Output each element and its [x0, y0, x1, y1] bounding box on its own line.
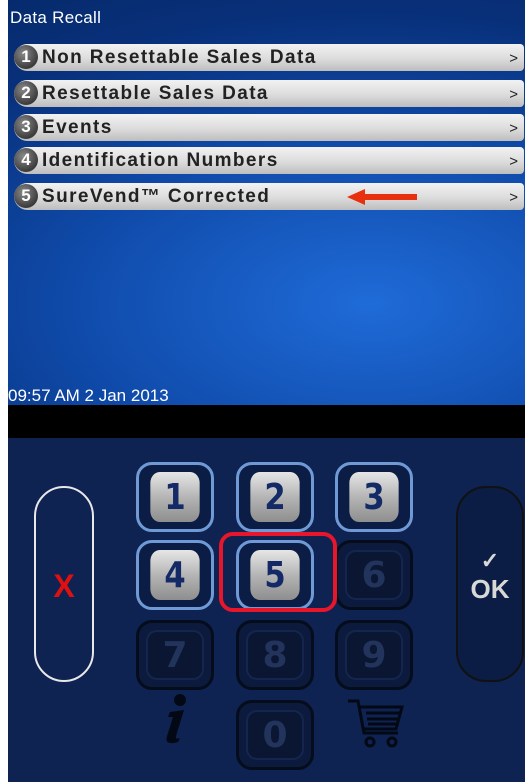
key-label: 7 [146, 630, 204, 680]
menu-number-badge: 3 [14, 115, 38, 139]
vending-controller: Data Recall 1 Non Resettable Sales Data … [8, 0, 525, 782]
arrow-left-icon [347, 189, 417, 205]
key-label: 9 [345, 630, 403, 680]
cancel-x-icon: X [53, 568, 75, 604]
key-3[interactable]: 3 [335, 462, 413, 532]
key-1[interactable]: 1 [136, 462, 214, 532]
key-9[interactable]: 9 [335, 620, 413, 690]
checkmark-icon: ✓ [480, 548, 500, 573]
key-label: 3 [349, 472, 399, 522]
key-6[interactable]: 6 [335, 540, 413, 610]
key-label: 8 [246, 630, 304, 680]
chevron-right-icon: > [509, 153, 518, 170]
key-label: 2 [250, 472, 300, 522]
cancel-button[interactable]: X [34, 486, 94, 682]
menu-item-label: SureVend™ Corrected [42, 186, 271, 207]
ok-label: OK [470, 574, 510, 604]
menu-item-events[interactable]: 3 Events > [14, 114, 524, 141]
key-label: 4 [150, 550, 200, 600]
cart-icon[interactable] [346, 697, 406, 749]
menu-item-non-resettable-sales-data[interactable]: 1 Non Resettable Sales Data > [14, 44, 524, 71]
menu-item-label: Identification Numbers [42, 150, 279, 171]
screen-title: Data Recall [10, 8, 102, 27]
chevron-right-icon: > [509, 50, 518, 67]
chevron-right-icon: > [509, 189, 518, 206]
ok-button[interactable]: ✓ OK [456, 486, 524, 682]
menu-item-label: Resettable Sales Data [42, 83, 269, 104]
key-label: 1 [150, 472, 200, 522]
info-icon[interactable] [156, 692, 192, 744]
menu-item-label: Events [42, 117, 113, 138]
screen-bezel [8, 405, 525, 438]
key-7[interactable]: 7 [136, 620, 214, 690]
chevron-right-icon: > [509, 86, 518, 103]
key-5-highlight [219, 532, 337, 612]
key-0[interactable]: 0 [236, 700, 314, 770]
key-4[interactable]: 4 [136, 540, 214, 610]
menu-number-badge: 5 [14, 184, 38, 208]
key-label: 0 [246, 710, 304, 760]
menu-item-identification-numbers[interactable]: 4 Identification Numbers > [14, 147, 524, 174]
menu-item-resettable-sales-data[interactable]: 2 Resettable Sales Data > [14, 80, 524, 107]
display-screen: Data Recall 1 Non Resettable Sales Data … [8, 0, 525, 405]
key-8[interactable]: 8 [236, 620, 314, 690]
menu-number-badge: 4 [14, 148, 38, 172]
key-label: 6 [345, 550, 403, 600]
datetime-display: 09:57 AM 2 Jan 2013 [8, 386, 169, 405]
menu-item-surevend-corrected[interactable]: 5 SureVend™ Corrected > [14, 183, 524, 210]
menu-number-badge: 1 [14, 45, 38, 69]
menu-number-badge: 2 [14, 81, 38, 105]
menu-item-label: Non Resettable Sales Data [42, 47, 317, 68]
chevron-right-icon: > [509, 120, 518, 137]
key-2[interactable]: 2 [236, 462, 314, 532]
